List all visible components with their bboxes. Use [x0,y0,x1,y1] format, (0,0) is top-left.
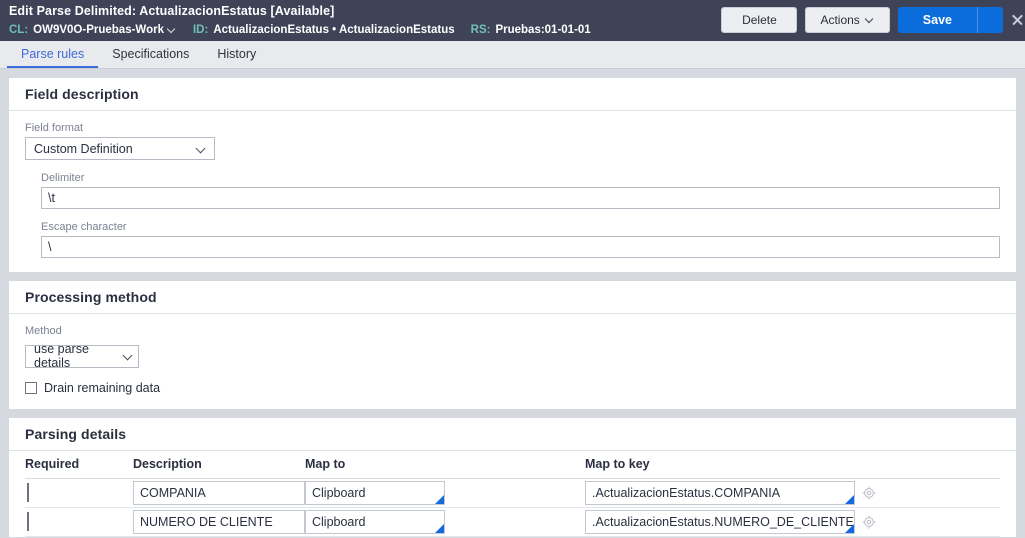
cell-map-to-key: .ActualizacionEstatus.NUMERO_DE_CLIENTE [585,507,1000,537]
row-map-to-value: Clipboard [312,514,366,529]
column-header-description: Description [133,450,305,479]
target-gear-icon[interactable] [862,485,876,500]
tab-specifications[interactable]: Specifications [98,41,203,68]
drain-remaining-data-row: Drain remaining data [25,381,1000,395]
meta-value-cl[interactable]: OW9V0O-Pruebas-Work [33,23,177,37]
parsing-details-table: Required Description Map to Map to key C… [25,450,1000,537]
autocomplete-triangle-icon [845,523,854,533]
row-map-to-key-value: .ActualizacionEstatus.NUMERO_DE_CLIENTE [592,514,854,529]
drain-remaining-data-label[interactable]: Drain remaining data [44,381,160,395]
label-delimiter: Delimiter [41,172,85,184]
cell-required [25,507,133,537]
row-description-input[interactable]: COMPANIA [133,480,305,505]
section-title-parsing-details: Parsing details [25,425,127,442]
method-select[interactable]: use parse details [25,342,139,370]
autocomplete-triangle-icon [435,523,444,533]
meta-label-id: ID: [192,24,209,36]
autocomplete-triangle-icon [435,494,444,504]
panel-header-processing-method: Processing method [9,281,1016,314]
delimiter-input[interactable] [41,187,1000,209]
cell-map-to: Clipboard [305,507,585,537]
custom-definition-fields: Delimiter Escape character [25,171,1000,258]
target-gear-icon[interactable] [862,514,876,529]
meta-label-rs: RS: [470,24,491,36]
row-map-to-key-input[interactable]: .ActualizacionEstatus.NUMERO_DE_CLIENTE [585,509,855,534]
row-map-to-key-group: .ActualizacionEstatus.NUMERO_DE_CLIENTE [585,509,1000,534]
panel-field-description: Field description Field format Custom De… [9,78,1016,272]
actions-button[interactable]: Actions [805,7,890,33]
meta-value-id: ActualizacionEstatus • ActualizacionEsta… [213,24,455,36]
row-map-to-key-value: .ActualizacionEstatus.COMPANIA [592,485,781,500]
row-map-to-key-group: .ActualizacionEstatus.COMPANIA [585,480,1000,505]
panel-header-parsing-details: Parsing details [9,418,1016,451]
row-map-to-input[interactable]: Clipboard [305,480,445,505]
panel-body-processing-method: Method use parse details Drain remaining… [9,314,1016,409]
tab-parse-rules[interactable]: Parse rules [7,41,99,68]
section-title-field-description: Field description [25,86,139,102]
row-description-input[interactable]: NUMERO DE CLIENTE [133,509,305,534]
delete-button[interactable]: Delete [721,7,798,33]
tab-strip: Parse rules Specifications History [0,41,1025,69]
header-action-buttons: Delete Actions Save [721,7,1003,33]
row-map-to-value: Clipboard [312,485,366,500]
cell-map-to-key: .ActualizacionEstatus.COMPANIA [585,478,1000,508]
close-icon[interactable] [1010,13,1024,27]
meta-value-cl-text: OW9V0O-Pruebas-Work [33,24,164,36]
save-dropdown-button[interactable] [977,7,1003,33]
field-format-select[interactable]: Custom Definition [25,137,215,160]
field-format-value: Custom Definition [34,141,133,156]
column-header-map-to-key: Map to key [585,450,1000,479]
panel-header-field-description: Field description [9,78,1016,111]
row-map-to-input[interactable]: Clipboard [305,509,445,534]
content-area: Field description Field format Custom De… [0,69,1025,537]
row-required-checkbox[interactable] [27,511,29,531]
meta-label-cl: CL: [9,24,29,36]
row-map-to-key-input[interactable]: .ActualizacionEstatus.COMPANIA [585,480,855,505]
chevron-down-icon [197,144,207,154]
drain-remaining-data-checkbox[interactable] [25,381,37,394]
section-title-processing-method: Processing method [25,289,157,305]
cell-description: NUMERO DE CLIENTE [133,507,305,537]
escape-character-input[interactable] [41,236,1000,258]
cell-map-to: Clipboard [305,478,585,508]
actions-button-label: Actions [820,13,860,27]
method-value: use parse details [34,342,89,370]
save-button[interactable]: Save [897,7,977,33]
app-header-bar: Edit Parse Delimited: ActualizacionEstat… [0,0,1025,41]
panel-processing-method: Processing method Method use parse detai… [9,281,1016,409]
chevron-down-icon [168,25,177,34]
label-escape-character: Escape character [41,221,127,233]
row-required-checkbox[interactable] [27,482,29,502]
chevron-down-icon [124,351,133,361]
row-description-value: COMPANIA [140,485,206,500]
parsing-details-body: COMPANIA Clipboard .ActualizacionEstatus… [25,478,1000,537]
chevron-down-icon [866,16,875,25]
cell-description: COMPANIA [133,478,305,508]
table-row: COMPANIA Clipboard .ActualizacionEstatus… [25,478,1000,508]
cell-required [25,478,133,508]
panel-parsing-details: Parsing details Required Description Map… [9,417,1016,537]
meta-value-rs: Pruebas:01-01-01 [495,24,591,36]
panel-body-field-description: Field format Custom Definition Delimiter… [9,111,1016,272]
column-header-map-to: Map to [305,450,585,479]
table-row: NUMERO DE CLIENTE Clipboard .Actualizaci… [25,507,1000,537]
label-method: Method [25,325,62,337]
label-field-format: Field format [25,122,84,134]
table-header-row: Required Description Map to Map to key [25,450,1000,479]
row-description-value: NUMERO DE CLIENTE [140,514,273,529]
save-button-group: Save [897,7,1003,33]
tab-history[interactable]: History [203,41,270,68]
column-header-required: Required [25,450,133,479]
parsing-details-table-wrap: Required Description Map to Map to key C… [9,450,1016,537]
parsing-details-head: Required Description Map to Map to key [25,450,1000,479]
autocomplete-triangle-icon [845,494,854,504]
